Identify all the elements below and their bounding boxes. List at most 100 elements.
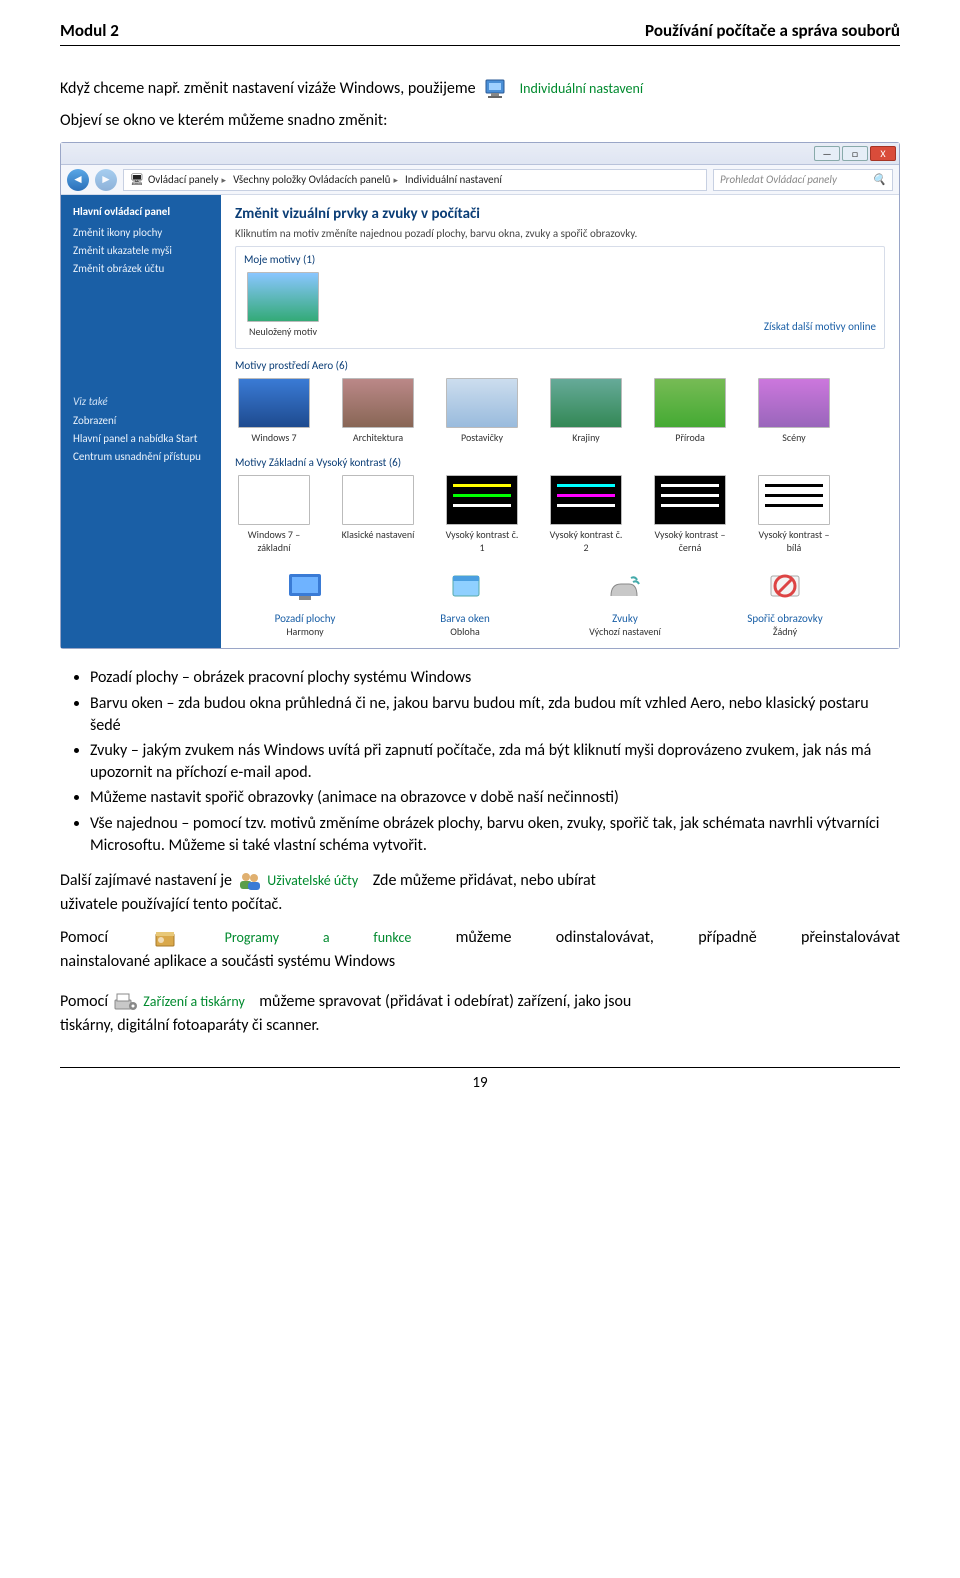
bottom-item[interactable]: Spořič obrazovkyŽádný [725, 568, 845, 638]
theme-label: Neuložený motiv [244, 325, 322, 338]
theme-thumb[interactable]: Klasické nastavení [339, 475, 417, 554]
more-themes-link[interactable]: Získat další motivy online [764, 320, 876, 333]
search-input[interactable]: Prohledat Ovládací panely 🔍 [713, 169, 893, 191]
bc-1[interactable]: Ovládací panely [148, 173, 229, 186]
theme-label: Postavičky [443, 431, 521, 444]
bullet-4: Můžeme nastavit spořič obrazovky (animac… [90, 787, 900, 809]
sidebar-link-account[interactable]: Změnit obrázek účtu [73, 262, 209, 275]
theme-thumb[interactable]: Vysoký kontrast – černá [651, 475, 729, 554]
header-rule [60, 45, 900, 46]
theme-thumb[interactable]: Postavičky [443, 378, 521, 444]
sidebar-seealso: Viz také Zobrazení Hlavní panel a nabídk… [73, 395, 209, 463]
personalization-window: — □ X ◄ ► 🖥 Ovládací panely Všechny polo… [60, 142, 900, 649]
bullet-3: Zvuky – jakým zvukem nás Windows uvítá p… [90, 740, 900, 783]
paragraph-users: Další zajímavé nastavení je Uživatelské … [60, 868, 900, 916]
seealso-link-ease[interactable]: Centrum usnadnění přístupu [73, 450, 209, 463]
theme-label: Krajiny [547, 431, 625, 444]
bottom-icon [441, 568, 489, 608]
bottom-link[interactable]: Spořič obrazovky [725, 612, 845, 625]
prog-c: odinstalovávat, [556, 927, 654, 946]
prog-b: můžeme [456, 927, 512, 946]
seealso-link-display[interactable]: Zobrazení [73, 414, 209, 427]
sidebar: Hlavní ovládací panel Změnit ikony ploch… [61, 195, 221, 648]
breadcrumb-glyph: 🖥 [130, 173, 144, 186]
theme-thumb[interactable]: Vysoký kontrast č. 1 [443, 475, 521, 554]
nav-back-icon[interactable]: ◄ [67, 169, 89, 191]
maximize-button[interactable]: □ [842, 146, 868, 161]
toolbar: ◄ ► 🖥 Ovládací panely Všechny položky Ov… [61, 165, 899, 195]
main-pane: Změnit vizuální prvky a zvuky v počítači… [221, 195, 899, 648]
devices-printers-link[interactable]: Zařízení a tiskárny [143, 993, 245, 1010]
bottom-item[interactable]: Barva okenObloha [405, 568, 525, 638]
bottom-sub: Žádný [725, 625, 845, 638]
theme-thumb[interactable]: Vysoký kontrast č. 2 [547, 475, 625, 554]
personalization-link[interactable]: Individuální nastavení [520, 79, 643, 99]
theme-thumb[interactable]: Windows 7 [235, 378, 313, 444]
page-header: Modul 2 Používání počítače a správa soub… [60, 0, 900, 45]
programs-features-link[interactable]: Programy a funkce [225, 928, 412, 945]
theme-label: Vysoký kontrast – černá [651, 528, 729, 554]
group1-title: Moje motivy (1) [244, 253, 876, 266]
theme-label: Vysoký kontrast č. 2 [547, 528, 625, 554]
user-accounts-link[interactable]: Uživatelské účty [267, 872, 358, 889]
bullet-1: Pozadí plochy – obrázek pracovní plochy … [90, 667, 900, 689]
main-subtitle: Kliknutím na motiv změníte najednou poza… [235, 227, 885, 240]
bc-2[interactable]: Všechny položky Ovládacích panelů [233, 173, 401, 186]
theme-label: Windows 7 – základní [235, 528, 313, 554]
sidebar-link-icons[interactable]: Změnit ikony plochy [73, 226, 209, 239]
bottom-icon [601, 568, 649, 608]
header-left: Modul 2 [60, 20, 119, 41]
monitor-icon [484, 76, 512, 102]
bottom-item[interactable]: ZvukyVýchozí nastavení [565, 568, 685, 638]
theme-thumb[interactable]: Scény [755, 378, 833, 444]
header-right: Používání počítače a správa souborů [645, 20, 900, 41]
page-number: 19 [60, 1067, 900, 1092]
bottom-sub: Výchozí nastavení [565, 625, 685, 638]
prog-f: nainstalované aplikace a součásti systém… [60, 952, 395, 971]
theme-label: Příroda [651, 431, 729, 444]
theme-label: Architektura [339, 431, 417, 444]
dev-c: tiskárny, digitální fotoaparáty či scann… [60, 1015, 900, 1037]
intro-line-1: Když chceme např. změnit nastavení vizáž… [60, 76, 900, 102]
bottom-sub: Obloha [405, 625, 525, 638]
bottom-icon [761, 568, 809, 608]
prog-e: přeinstalovávat [801, 927, 900, 946]
bottom-item[interactable]: Pozadí plochyHarmony [245, 568, 365, 638]
breadcrumb[interactable]: 🖥 Ovládací panely Všechny položky Ovláda… [123, 169, 707, 191]
prog-d: případně [698, 927, 757, 946]
bc-3[interactable]: Individuální nastavení [405, 173, 502, 186]
search-icon: 🔍 [872, 173, 886, 186]
theme-thumb[interactable]: Příroda [651, 378, 729, 444]
theme-label: Vysoký kontrast – bílá [755, 528, 833, 554]
sidebar-link-cursors[interactable]: Změnit ukazatele myši [73, 244, 209, 257]
theme-thumb[interactable]: Windows 7 – základní [235, 475, 313, 554]
devices-icon [112, 989, 140, 1015]
seealso-link-taskbar[interactable]: Hlavní panel a nabídka Start [73, 432, 209, 445]
intro1-text: Když chceme např. změnit nastavení vizáž… [60, 78, 476, 100]
group2-title: Motivy prostředí Aero (6) [235, 359, 885, 372]
close-button[interactable]: X [870, 146, 896, 161]
users-b: Zde můžeme přidávat, nebo ubírat [373, 871, 596, 890]
theme-label: Windows 7 [235, 431, 313, 444]
bottom-link[interactable]: Barva oken [405, 612, 525, 625]
paragraph-programs: Pomocí Programy a funkce můžeme odinstal… [60, 925, 900, 973]
theme-thumb[interactable]: Neuložený motiv [244, 272, 322, 338]
users-a: Další zajímavé nastavení je [60, 871, 232, 890]
seealso-heading: Viz také [73, 395, 209, 408]
bottom-link[interactable]: Pozadí plochy [245, 612, 365, 625]
group-my-themes: Moje motivy (1) Neuložený motiv Získat d… [235, 246, 885, 349]
window-body: Hlavní ovládací panel Změnit ikony ploch… [61, 195, 899, 648]
theme-label: Scény [755, 431, 833, 444]
minimize-button[interactable]: — [814, 146, 840, 161]
nav-forward-icon[interactable]: ► [95, 169, 117, 191]
dev-a: Pomocí [60, 992, 108, 1011]
theme-thumb[interactable]: Architektura [339, 378, 417, 444]
theme-thumb[interactable]: Vysoký kontrast – bílá [755, 475, 833, 554]
bottom-link[interactable]: Zvuky [565, 612, 685, 625]
bullet-2: Barvu oken – zda budou okna průhledná či… [90, 693, 900, 736]
paragraph-devices: Pomocí Zařízení a tiskárny můžeme spravo… [60, 989, 900, 1037]
theme-label: Vysoký kontrast č. 1 [443, 528, 521, 554]
theme-thumb[interactable]: Krajiny [547, 378, 625, 444]
bottom-sub: Harmony [245, 625, 365, 638]
group3-title: Motivy Základní a Vysoký kontrast (6) [235, 456, 885, 469]
